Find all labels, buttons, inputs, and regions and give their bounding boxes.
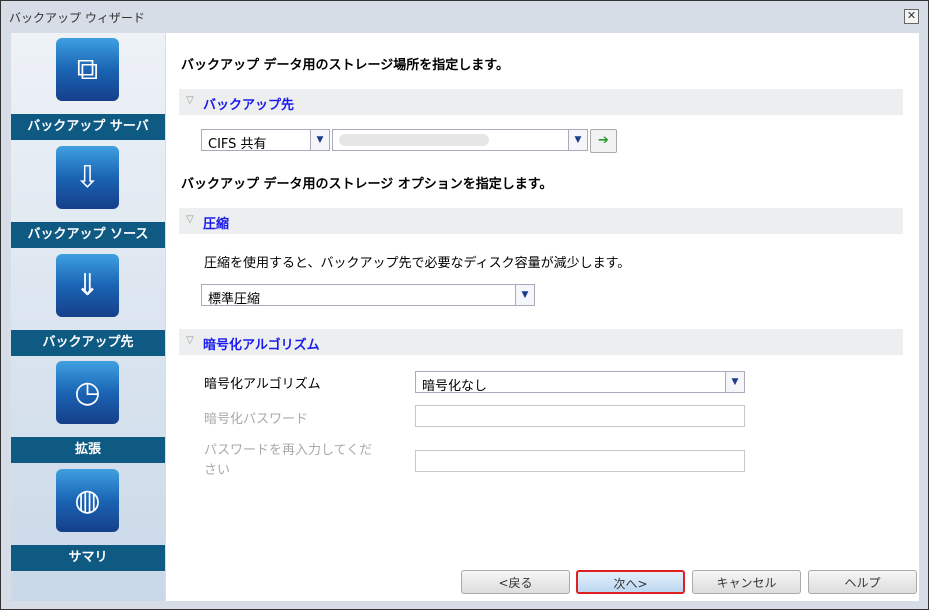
section-title: 圧縮 <box>203 217 230 232</box>
server-hierarchy-icon: ⧉ <box>56 38 119 101</box>
wizard-content: バックアップ データ用のストレージ場所を指定します。 ▽ バックアップ先 CIF… <box>166 33 919 601</box>
selected-value: 暗号化なし <box>422 379 488 394</box>
back-button[interactable]: <戻る <box>461 570 570 594</box>
selected-value: 標準圧縮 <box>208 292 261 307</box>
options-heading: バックアップ データ用のストレージ オプションを指定します。 <box>181 177 553 192</box>
next-button[interactable]: 次へ> <box>576 570 685 594</box>
drive-export-icon: ⇩ <box>56 146 119 209</box>
help-button[interactable]: ヘルプ <box>808 570 917 594</box>
compression-description: 圧縮を使用すると、バックアップ先で必要なディスク容量が減少します。 <box>204 256 631 271</box>
step-backup-destination[interactable]: ⇓ バックアップ先 <box>11 249 165 357</box>
collapse-triangle-icon: ▽ <box>186 214 194 225</box>
chevron-down-icon[interactable]: ▼ <box>310 130 329 150</box>
section-title: バックアップ先 <box>203 98 295 113</box>
step-summary[interactable]: ◍ サマリ <box>11 464 165 572</box>
encryption-password-label: 暗号化パスワード <box>204 412 309 427</box>
close-button[interactable]: ✕ <box>904 9 919 24</box>
wizard-steps-sidebar: ⧉ バックアップ サーバ ⇩ バックアップ ソース ⇓ バックアップ先 ◷ 拡張… <box>11 33 165 601</box>
compression-section-header[interactable]: ▽ 圧縮 <box>179 208 903 234</box>
destination-type-select[interactable]: CIFS 共有 ▼ <box>201 129 330 152</box>
step-label: 拡張 <box>11 437 165 463</box>
browse-arrow-icon[interactable]: ➔ <box>590 129 617 153</box>
clock-icon: ◷ <box>56 361 119 424</box>
selected-value: CIFS 共有 <box>208 137 267 152</box>
step-label: バックアップ ソース <box>11 222 165 248</box>
window-title: バックアップ ウィザード <box>9 11 145 25</box>
globe-icon: ◍ <box>56 469 119 532</box>
encryption-algorithm-select[interactable]: 暗号化なし ▼ <box>415 371 745 394</box>
destination-heading: バックアップ データ用のストレージ場所を指定します。 <box>181 58 509 73</box>
collapse-triangle-icon: ▽ <box>186 95 194 106</box>
chevron-down-icon[interactable]: ▼ <box>725 372 744 392</box>
confirm-password-label: パスワードを再入力してください <box>204 443 373 478</box>
drive-import-icon: ⇓ <box>56 254 119 317</box>
step-label: バックアップ先 <box>11 330 165 356</box>
section-title: 暗号化アルゴリズム <box>203 338 320 353</box>
step-label: バックアップ サーバ <box>11 114 165 140</box>
confirm-password-input[interactable] <box>415 450 745 472</box>
encryption-algorithm-label: 暗号化アルゴリズム <box>204 377 321 392</box>
step-backup-source[interactable]: ⇩ バックアップ ソース <box>11 141 165 249</box>
chevron-down-icon[interactable]: ▼ <box>568 130 587 150</box>
step-advanced[interactable]: ◷ 拡張 <box>11 356 165 464</box>
chevron-down-icon[interactable]: ▼ <box>515 285 534 305</box>
destination-section-header[interactable]: ▽ バックアップ先 <box>179 89 903 115</box>
step-backup-server[interactable]: ⧉ バックアップ サーバ <box>11 33 165 141</box>
compression-select[interactable]: 標準圧縮 ▼ <box>201 284 535 307</box>
destination-path-value <box>339 134 489 146</box>
cancel-button[interactable]: キャンセル <box>692 570 801 594</box>
backup-wizard-window: バックアップ ウィザード ✕ ⧉ バックアップ サーバ ⇩ バックアップ ソース… <box>0 0 929 610</box>
step-label: サマリ <box>11 545 165 571</box>
encryption-password-input[interactable] <box>415 405 745 427</box>
encryption-section-header[interactable]: ▽ 暗号化アルゴリズム <box>179 329 903 355</box>
collapse-triangle-icon: ▽ <box>186 335 194 346</box>
destination-path-select[interactable]: ▼ <box>332 129 588 151</box>
